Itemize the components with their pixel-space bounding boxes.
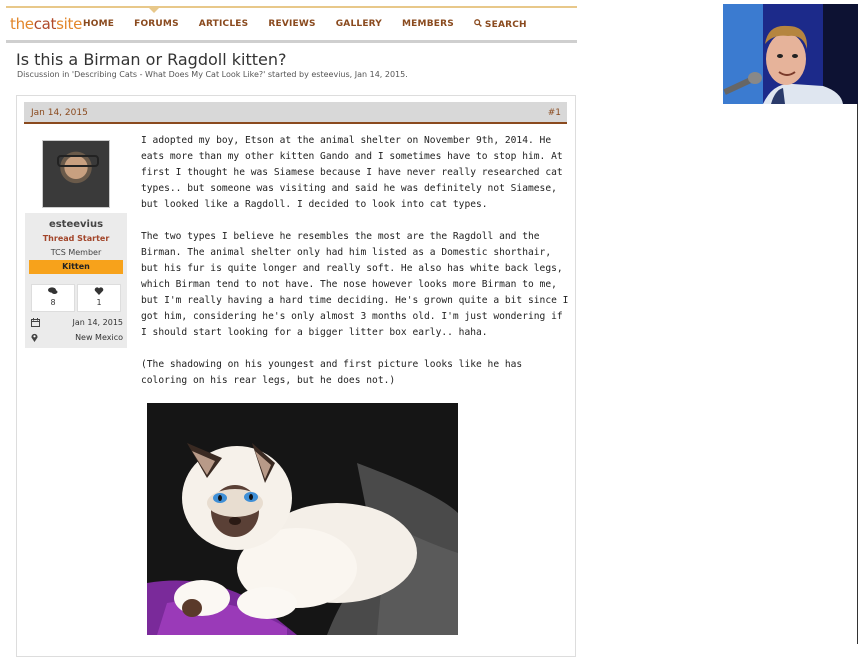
- nav-members[interactable]: MEMBERS: [402, 19, 454, 30]
- nav-home[interactable]: HOME: [83, 19, 114, 30]
- site-logo[interactable]: thecatsite: [10, 15, 82, 33]
- messages-count: 8: [50, 298, 56, 307]
- heart-icon: [78, 287, 120, 298]
- nav-forums[interactable]: FORUMS: [134, 19, 179, 30]
- nav-reviews[interactable]: REVIEWS: [268, 19, 315, 30]
- member-type: TCS Member: [50, 248, 102, 257]
- top-navigation-bar: thecatsite HOME FORUMS ARTICLES REVIEWS …: [6, 6, 577, 43]
- post-date[interactable]: Jan 14, 2015: [31, 108, 88, 118]
- comments-icon: [32, 287, 74, 298]
- page-divider: [857, 104, 858, 644]
- nav-search[interactable]: SEARCH: [474, 19, 547, 30]
- joined-date: Jan 14, 2015: [72, 318, 124, 327]
- nav-articles[interactable]: ARTICLES: [199, 19, 249, 30]
- username[interactable]: esteevius: [25, 219, 127, 230]
- user-badge: Kitten: [29, 260, 123, 274]
- post-permalink[interactable]: #1: [548, 108, 561, 118]
- user-role: Thread Starter: [42, 234, 110, 243]
- post-header: Jan 14, 2015 #1: [24, 102, 567, 124]
- likes-count: 1: [96, 298, 102, 307]
- likes-stat[interactable]: 1: [77, 284, 121, 312]
- thread-title: Is this a Birman or Ragdoll kitten?: [16, 50, 287, 69]
- search-icon: [474, 19, 482, 27]
- avatar-glasses: [57, 155, 99, 167]
- presenter-video: [723, 4, 858, 104]
- nav-gallery[interactable]: GALLERY: [336, 19, 382, 30]
- active-nav-pointer: [148, 7, 160, 13]
- calendar-icon: [31, 318, 40, 330]
- messages-stat[interactable]: 8: [31, 284, 75, 312]
- avatar[interactable]: [42, 140, 110, 208]
- map-marker-icon: [31, 333, 38, 345]
- user-card: esteevius Thread Starter TCS Member Kitt…: [25, 133, 127, 348]
- webcam-video-overlay: [723, 4, 858, 104]
- post-message: I adopted my boy, Etson at the animal sh…: [141, 133, 571, 405]
- location-value[interactable]: New Mexico: [75, 333, 123, 342]
- thread-subtitle: Discussion in 'Describing Cats - What Do…: [17, 70, 408, 79]
- main-nav: HOME FORUMS ARTICLES REVIEWS GALLERY MEM…: [83, 19, 567, 30]
- post-paragraph: The two types I believe he resembles the…: [141, 231, 569, 338]
- kitten-image: [147, 403, 458, 635]
- kitten-photo[interactable]: [147, 403, 458, 635]
- post-paragraph: (The shadowing on his youngest and first…: [141, 359, 523, 386]
- post-paragraph: I adopted my boy, Etson at the animal sh…: [141, 135, 563, 210]
